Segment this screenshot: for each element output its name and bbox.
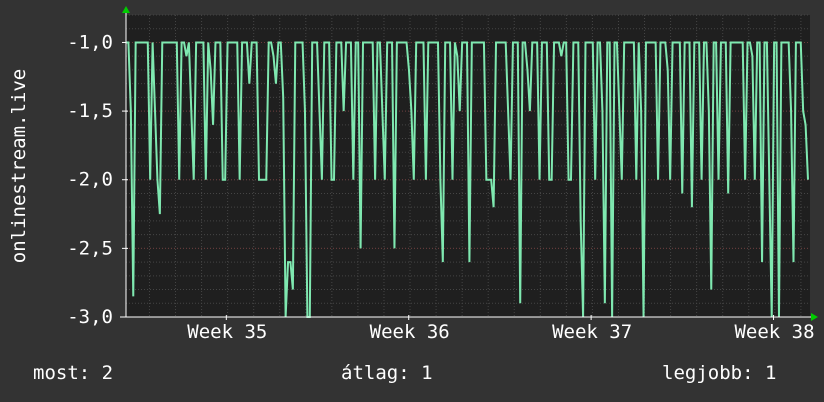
y-axis-label: onlinestream.live (8, 69, 30, 263)
x-axis-ticks: Week 35 Week 36 Week 37 Week 38 (187, 315, 815, 343)
x-axis-arrow-icon (811, 313, 818, 321)
y-tick-label: -2,5 (67, 237, 113, 259)
x-tick-label: Week 35 (187, 321, 267, 343)
y-tick-label: -1,0 (67, 31, 113, 53)
y-tick-label: -3,0 (67, 306, 113, 328)
stat-current: most: 2 (33, 362, 114, 384)
y-axis-arrow-icon (122, 6, 130, 13)
x-tick-label: Week 38 (734, 321, 814, 343)
y-tick-label: -2,0 (67, 169, 113, 191)
x-tick-label: Week 37 (552, 321, 632, 343)
line-chart: -1,0-1,5-2,0-2,5-3,0 Week 35 Week 36 Week … (8, 6, 818, 343)
stat-best: legjobb: 1 (662, 362, 777, 384)
y-axis-ticks: -1,0 -1,5 -2,0 -2,5 -3,0 (67, 31, 128, 328)
chart-panel: -1,0 -1,5 -2,0 -2,5 -3,0 Week 35 Week 36 Week … (0, 0, 824, 402)
stat-average: átlag: 1 (341, 362, 433, 384)
y-tick-label: -1,5 (67, 100, 113, 122)
x-tick-label: Week 36 (370, 321, 450, 343)
